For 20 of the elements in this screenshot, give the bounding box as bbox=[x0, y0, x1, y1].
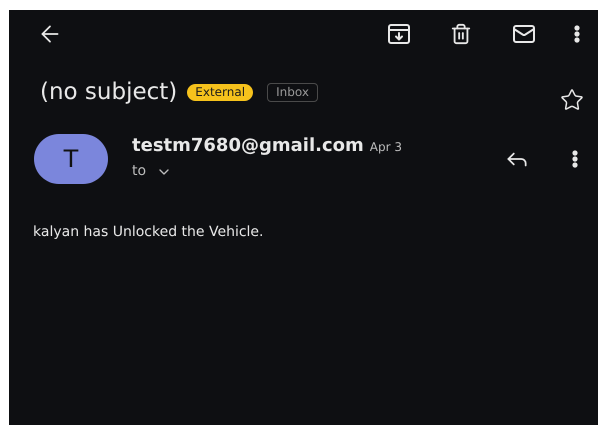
more-icon bbox=[572, 150, 578, 168]
archive-button[interactable] bbox=[388, 24, 410, 44]
star-button[interactable] bbox=[560, 88, 584, 112]
star-icon bbox=[560, 88, 584, 112]
message-more-button[interactable] bbox=[572, 150, 578, 168]
recipients-toggle[interactable]: to bbox=[132, 161, 402, 182]
mark-unread-button[interactable] bbox=[512, 22, 536, 46]
email-subject: (no subject) bbox=[40, 78, 178, 107]
more-button[interactable] bbox=[574, 25, 580, 43]
more-icon bbox=[574, 25, 580, 43]
trash-icon bbox=[450, 23, 472, 45]
label-tag: External bbox=[187, 84, 254, 100]
email-body: kalyan has Unlocked the Vehicle. bbox=[32, 223, 264, 242]
mail-icon bbox=[512, 22, 536, 46]
sender-email: testm7680@gmail.com bbox=[132, 134, 364, 158]
label-tag: Inbox bbox=[267, 82, 318, 102]
email-date: Apr 3 bbox=[370, 139, 402, 156]
sender-avatar: T bbox=[34, 134, 108, 184]
archive-icon bbox=[388, 24, 410, 44]
delete-button[interactable] bbox=[450, 23, 472, 45]
